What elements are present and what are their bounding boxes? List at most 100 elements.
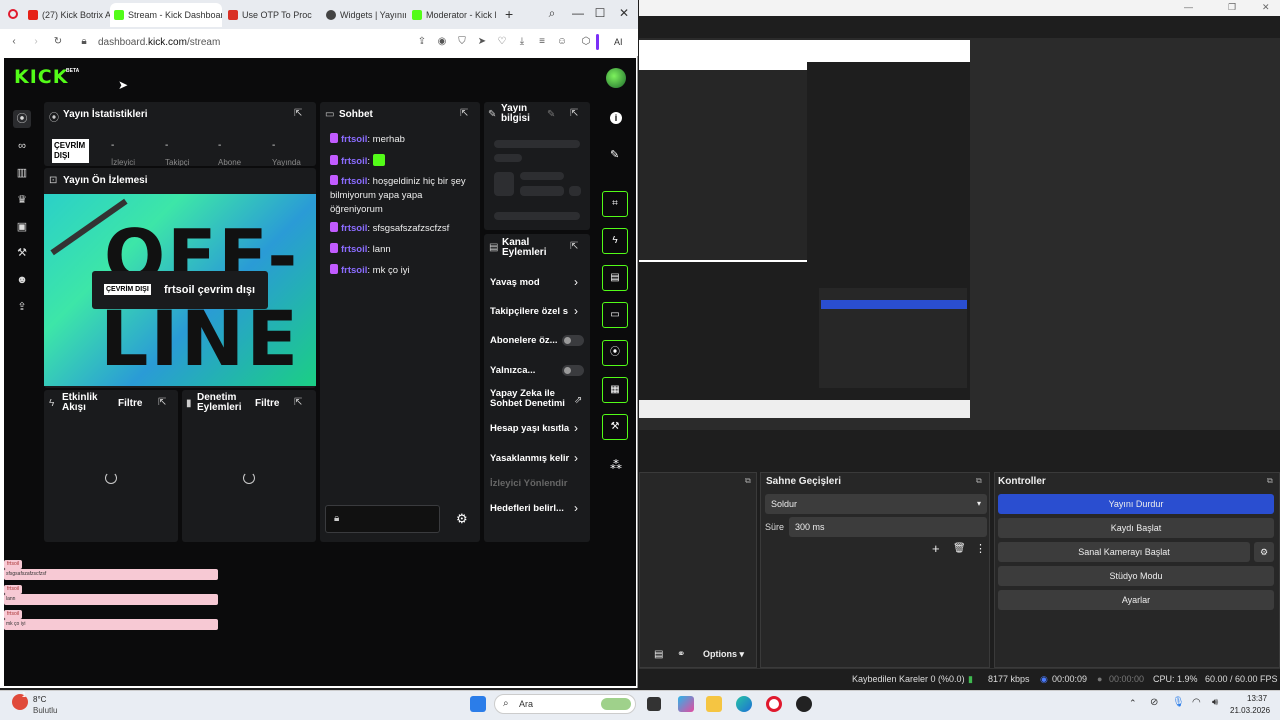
popout-icon[interactable]: ⇱ [294, 108, 302, 119]
weather-temp[interactable]: 8°C [33, 695, 46, 704]
tab-kick-botrix[interactable]: (27) Kick Botrix Ay [24, 3, 110, 27]
chevron-right-icon[interactable]: › [574, 501, 578, 515]
chevron-right-icon[interactable]: › [574, 275, 578, 289]
settings-button[interactable]: Ayarlar [998, 590, 1274, 610]
send-icon[interactable]: ➤ [476, 36, 488, 48]
download-icon[interactable]: ⤓ [516, 36, 528, 48]
kick-logo[interactable]: KICK [14, 66, 68, 88]
chat-username[interactable]: frtsoil [341, 265, 367, 276]
minimize-icon[interactable]: — [1184, 2, 1193, 12]
edge-icon[interactable] [736, 696, 752, 712]
volume-icon[interactable]: 🔊︎ [1212, 697, 1218, 708]
copilot-icon[interactable] [678, 696, 694, 712]
broadcast-button[interactable]: ⦿ [602, 340, 628, 366]
chat-username[interactable]: frtsoil [341, 156, 367, 167]
subscribers-only-toggle[interactable] [562, 335, 584, 346]
network-icon[interactable]: ⊘ [1150, 697, 1158, 708]
tab-widgets[interactable]: Widgets | Yayınını [322, 3, 406, 27]
analytics-icon[interactable]: ▥ [13, 164, 31, 182]
kebab-icon[interactable]: ⋮ [975, 542, 986, 555]
stream-icon[interactable]: ⦿ [13, 110, 31, 128]
transition-select[interactable]: Soldur ▾ [765, 494, 987, 514]
followers-only-item[interactable]: Takipçilere özel s [490, 306, 570, 317]
activity-filter-button[interactable]: Filtre [118, 398, 142, 409]
chat-username[interactable]: frtsoil [341, 134, 367, 145]
new-tab-button[interactable]: + [505, 6, 513, 22]
popout-icon[interactable]: ⇱ [294, 397, 302, 408]
menu-icon[interactable]: ≡ [536, 36, 548, 48]
start-recording-button[interactable]: Kaydı Başlat [998, 518, 1274, 538]
goals-item[interactable]: Hedefleri belirl... [490, 503, 570, 514]
chevron-up-icon[interactable]: ⌃ [1129, 698, 1137, 709]
search-tabs-icon[interactable]: ⌕ [544, 6, 560, 21]
popout-icon[interactable]: ⇱ [460, 108, 468, 119]
raid-button[interactable]: ϟ [602, 228, 628, 254]
chat-button[interactable]: ▭ [602, 302, 628, 328]
trophy-icon[interactable]: ♛ [13, 191, 31, 209]
more-icon[interactable]: ⁂ [610, 458, 622, 472]
banned-words-item[interactable]: Yasaklanmış kelir [490, 453, 570, 464]
chat-username[interactable]: frtsoil [341, 176, 367, 187]
url-field[interactable]: dashboard.kick.com/stream [78, 33, 378, 52]
notes-button[interactable]: ▤ [602, 265, 628, 291]
shield-icon[interactable]: ⛉ [456, 36, 468, 48]
camera-icon[interactable]: ◉ [436, 36, 448, 48]
close-icon[interactable]: ✕ [1262, 2, 1270, 13]
popout-icon[interactable]: ⇱ [570, 108, 578, 119]
microphone-icon[interactable]: 🎙︎ [1172, 697, 1185, 708]
edit-icon[interactable]: ✎ [547, 109, 555, 120]
duration-input[interactable]: 300 ms [789, 517, 987, 537]
back-icon[interactable]: ‹ [8, 36, 20, 48]
plus-icon[interactable]: + [932, 541, 940, 556]
filter-icon[interactable]: ▤ [654, 649, 663, 660]
start-virtual-camera-button[interactable]: Sanal Kamerayı Başlat [998, 542, 1250, 562]
wifi-icon[interactable]: ◠ [1192, 697, 1201, 708]
slow-mode-item[interactable]: Yavaş mod [490, 277, 584, 288]
virtual-camera-settings-button[interactable]: ⚙ [1254, 542, 1274, 562]
heart-icon[interactable]: ♡ [496, 36, 508, 48]
taskbar-search[interactable]: ⌕ Ara [494, 694, 636, 714]
link-icon[interactable]: ⚭ [677, 649, 685, 660]
minimize-icon[interactable]: — [570, 6, 586, 20]
link-icon[interactable]: ∞ [13, 137, 31, 155]
external-icon[interactable]: ⇗ [574, 395, 582, 406]
profile-icon[interactable]: ☺ [556, 36, 568, 48]
chevron-right-icon[interactable]: › [574, 421, 578, 435]
wrench-icon[interactable]: ⚒ [13, 244, 31, 262]
popout-icon[interactable]: ⇱ [570, 241, 578, 252]
clock-time[interactable]: 13:37 [1247, 694, 1267, 703]
chat-username[interactable]: frtsoil [341, 244, 367, 255]
info-icon[interactable]: i [610, 112, 622, 124]
task-view-icon[interactable] [647, 697, 661, 711]
reload-icon[interactable]: ↻ [52, 36, 64, 48]
tools-button[interactable]: ⚒ [602, 414, 628, 440]
chevron-right-icon[interactable]: › [574, 304, 578, 318]
clip-button[interactable]: ⌗ [602, 191, 628, 217]
popout-icon[interactable]: ⇱ [158, 397, 166, 408]
layout-button[interactable]: ▦ [602, 377, 628, 403]
restore-icon[interactable]: ❐ [1228, 2, 1236, 13]
obs-icon[interactable] [796, 696, 812, 712]
weather-desc[interactable]: Bulutlu [33, 706, 57, 715]
pencil-icon[interactable]: ✎ [610, 148, 619, 161]
ai-button[interactable]: AI [614, 37, 623, 47]
avatar[interactable] [606, 68, 626, 88]
gear-icon[interactable]: ⚙ [456, 511, 468, 527]
ai-moderation-item[interactable]: Yapay Zeka ile Sohbet Denetimi [490, 389, 566, 409]
windows-start-icon[interactable] [470, 696, 486, 712]
file-explorer-icon[interactable] [706, 696, 722, 712]
extensions-icon[interactable]: ⬡ [580, 36, 592, 48]
users-icon[interactable]: ☻ [13, 271, 31, 289]
clock-date[interactable]: 21.03.2026 [1230, 706, 1270, 715]
studio-mode-button[interactable]: Stüdyo Modu [998, 566, 1274, 586]
account-age-item[interactable]: Hesap yaşı kısıtla [490, 423, 570, 434]
upload-icon[interactable]: ⇪ [13, 298, 31, 316]
only-toggle[interactable] [562, 365, 584, 376]
close-icon[interactable]: ✕ [616, 6, 632, 20]
undock-icon[interactable]: ⧉ [976, 476, 982, 486]
forward-icon[interactable]: › [30, 36, 42, 48]
undock-icon[interactable]: ⧉ [745, 476, 751, 486]
chat-username[interactable]: frtsoil [341, 223, 367, 234]
maximize-icon[interactable]: ☐ [592, 6, 608, 20]
modlog-filter-button[interactable]: Filtre [255, 398, 279, 409]
